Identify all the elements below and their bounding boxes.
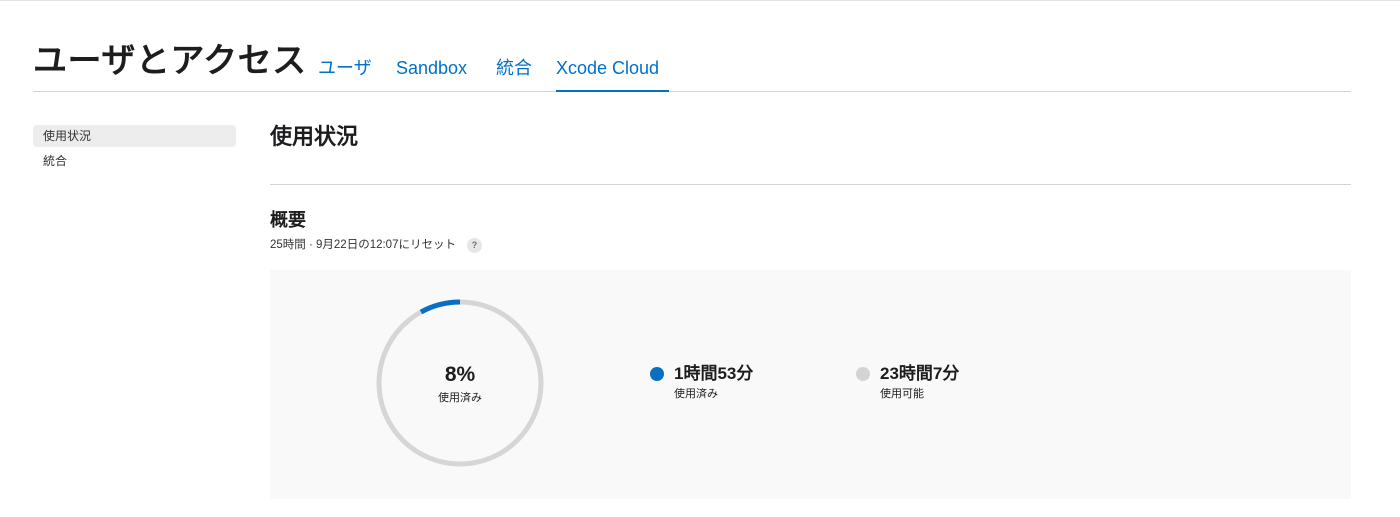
usage-panel: 8% 使用済み 1時間53分 使用済み 23時間7分 使用可能	[270, 270, 1351, 499]
tab-users[interactable]: ユーザ	[318, 55, 374, 90]
available-time-value: 23時間7分	[880, 364, 960, 383]
used-percent: 8%	[444, 363, 476, 386]
reset-info-text: 25時間 · 9月22日の12:07にリセット	[270, 239, 456, 251]
used-time-value: 1時間53分	[674, 364, 754, 383]
top-border	[0, 0, 1400, 1]
section-subtitle: 25時間 · 9月22日の12:07にリセット ?	[270, 237, 482, 253]
ring-center: 8% 使用済み	[400, 363, 520, 405]
legend-available-text: 23時間7分 使用可能	[880, 364, 959, 401]
tab-sandbox[interactable]: Sandbox	[396, 55, 474, 90]
page-title: ユーザとアクセス	[33, 42, 307, 80]
main-divider	[270, 184, 1351, 185]
legend-used-text: 1時間53分 使用済み	[674, 364, 753, 401]
question-mark-icon[interactable]: ?	[466, 237, 482, 253]
legend-used: 1時間53分 使用済み	[650, 364, 830, 404]
section-title: 概要	[270, 210, 306, 230]
tab-integrations[interactable]: 統合	[496, 55, 534, 90]
available-time-label: 使用可能	[880, 388, 924, 400]
available-legend-dot-icon	[856, 367, 870, 381]
used-time-label: 使用済み	[674, 388, 718, 400]
sidebar: 使用状況 統合	[33, 125, 236, 175]
sidebar-item-usage[interactable]: 使用状況	[33, 125, 236, 147]
sidebar-item-integrations[interactable]: 統合	[33, 150, 236, 172]
usage-ring-used-arc	[419, 299, 461, 315]
tab-bar: ユーザ Sandbox 統合 Xcode Cloud	[318, 55, 698, 92]
tab-xcode-cloud[interactable]: Xcode Cloud	[556, 55, 669, 92]
legend-available: 23時間7分 使用可能	[856, 364, 1036, 404]
used-legend-dot-icon	[650, 367, 664, 381]
used-percent-label: 使用済み	[438, 392, 482, 404]
main-heading: 使用状況	[270, 124, 359, 149]
